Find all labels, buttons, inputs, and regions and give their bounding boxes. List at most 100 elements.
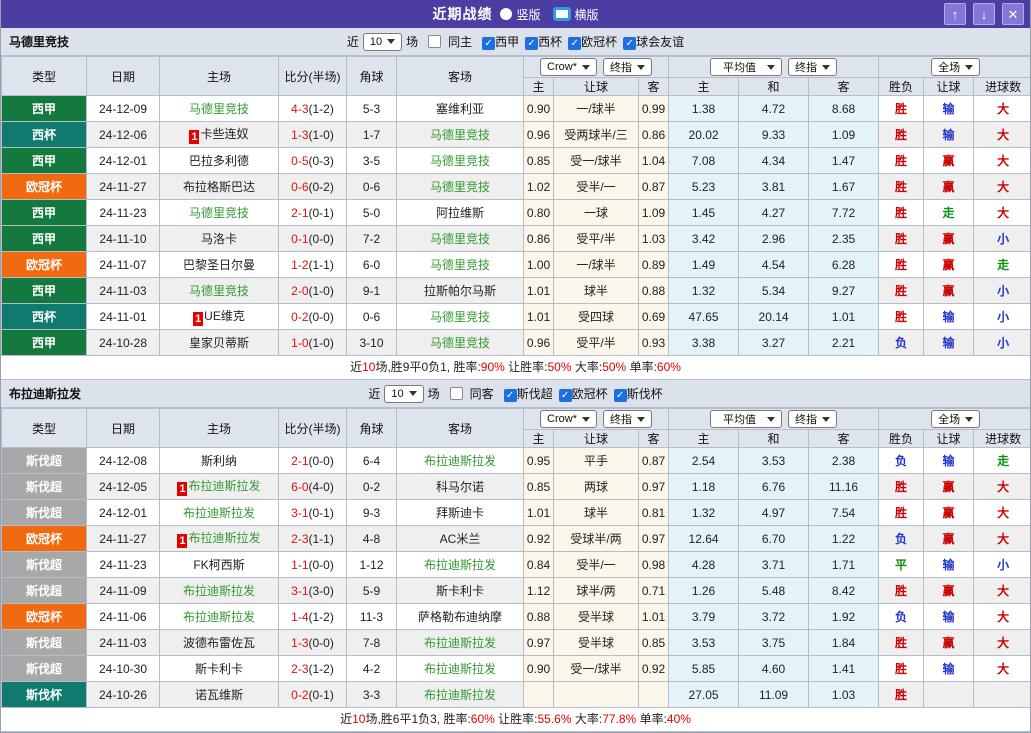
home-team: 波德布雷佐瓦 [160, 630, 279, 656]
check-icon: ✓ [570, 39, 578, 49]
average-stage-select[interactable]: 终指 [788, 58, 837, 76]
same-venue-checkbox[interactable] [450, 387, 463, 400]
match-type-badge: 西甲 [2, 96, 87, 122]
league-checkbox[interactable]: ✓ [559, 389, 572, 402]
home-team: 皇家贝蒂斯 [160, 330, 279, 356]
league-checkbox[interactable]: ✓ [614, 389, 627, 402]
result-goals: 大 [974, 526, 1031, 552]
home-odds: 1.12 [524, 578, 554, 604]
summary-segment: 单率: [626, 360, 657, 374]
home-odds: 1.01 [524, 304, 554, 330]
result-handicap: 赢 [924, 148, 974, 174]
col-header-handicap: 让球 [554, 430, 639, 448]
average-select[interactable]: 平均值 [710, 58, 782, 76]
match-date: 24-11-03 [87, 630, 160, 656]
chevron-down-icon [767, 417, 775, 422]
match-row: 斯伐超 24-11-23 FK柯西斯 1-1(0-0) 1-12 布拉迪斯拉发 … [2, 552, 1031, 578]
league-checkbox[interactable]: ✓ [504, 389, 517, 402]
corner-score: 0-6 [347, 304, 397, 330]
match-date: 24-11-07 [87, 252, 160, 278]
home-odds: 0.85 [524, 474, 554, 500]
match-type-badge: 斯伐超 [2, 630, 87, 656]
league-checkbox[interactable]: ✓ [525, 37, 538, 50]
move-up-button[interactable]: ↑ [944, 3, 966, 25]
avg-home-odds: 1.32 [669, 278, 739, 304]
average-stage-select[interactable]: 终指 [788, 410, 837, 428]
match-score: 0-6(0-2) [279, 174, 347, 200]
layout-toggle: 竖版 横版 [500, 6, 598, 23]
scope-select[interactable]: 全场 [931, 58, 980, 76]
avg-away-odds: 6.28 [809, 252, 879, 278]
handicap-line: 平手 [554, 448, 639, 474]
avg-away-odds: 7.54 [809, 500, 879, 526]
home-odds: 1.00 [524, 252, 554, 278]
match-type-badge: 斯伐超 [2, 578, 87, 604]
avg-away-odds: 2.38 [809, 448, 879, 474]
match-type-badge: 斯伐超 [2, 500, 87, 526]
radio-icon [500, 8, 512, 20]
league-checkbox[interactable]: ✓ [623, 37, 636, 50]
check-icon: ✓ [484, 39, 492, 49]
league-checkbox[interactable]: ✓ [482, 37, 495, 50]
corner-score: 5-9 [347, 578, 397, 604]
near-label: 近 [368, 385, 380, 402]
result-outcome: 胜 [879, 682, 924, 708]
odds-stage-select[interactable]: 终指 [603, 58, 652, 76]
avg-home-odds: 47.65 [669, 304, 739, 330]
home-odds: 0.96 [524, 122, 554, 148]
team-name: 马德里竞技 [9, 33, 69, 50]
full-time-score: 6-0 [291, 480, 308, 494]
away-team: 塞维利亚 [397, 96, 524, 122]
league-checkbox[interactable]: ✓ [568, 37, 581, 50]
corner-score: 3-10 [347, 330, 397, 356]
result-handicap: 赢 [924, 278, 974, 304]
avg-home-odds: 1.32 [669, 500, 739, 526]
col-header-odds-home: 主 [524, 78, 554, 96]
move-down-button[interactable]: ↓ [973, 3, 995, 25]
chevron-down-icon [582, 417, 590, 422]
corner-score: 1-12 [347, 552, 397, 578]
average-select[interactable]: 平均值 [710, 410, 782, 428]
avg-home-odds: 1.26 [669, 578, 739, 604]
corner-score: 3-5 [347, 148, 397, 174]
games-count-select[interactable]: 10 [384, 385, 423, 403]
match-row: 斯伐超 24-11-03 波德布雷佐瓦 1-3(0-0) 7-8 布拉迪斯拉发 … [2, 630, 1031, 656]
corner-score: 4-2 [347, 656, 397, 682]
layout-radio-vertical[interactable]: 竖版 [500, 6, 540, 23]
odds-company-select[interactable]: Crow* [540, 410, 597, 428]
full-time-score: 0-1 [291, 232, 308, 246]
match-date: 24-12-01 [87, 148, 160, 174]
half-time-score: (1-1) [309, 258, 334, 272]
odds-stage-select[interactable]: 终指 [603, 410, 652, 428]
avg-away-odds: 11.16 [809, 474, 879, 500]
match-row: 斯伐超 24-11-09 布拉迪斯拉发 3-1(3-0) 5-9 斯卡利卡 1.… [2, 578, 1031, 604]
corner-score: 5-3 [347, 96, 397, 122]
home-team: 斯利纳 [160, 448, 279, 474]
match-score: 1-0(1-0) [279, 330, 347, 356]
avg-draw-odds: 3.27 [739, 330, 809, 356]
games-count-select[interactable]: 10 [363, 33, 402, 51]
close-button[interactable]: ✕ [1002, 3, 1024, 25]
scope-select[interactable]: 全场 [931, 410, 980, 428]
handicap-line: 一球 [554, 200, 639, 226]
avg-home-odds: 3.79 [669, 604, 739, 630]
layout-radio-horizontal[interactable]: 横版 [553, 6, 599, 23]
summary-segment: 10 [362, 360, 375, 374]
match-score: 2-0(1-0) [279, 278, 347, 304]
summary-segment: 60% [657, 360, 681, 374]
same-venue-checkbox[interactable] [428, 35, 441, 48]
result-outcome: 负 [879, 526, 924, 552]
half-time-score: (3-0) [309, 584, 334, 598]
handicap-line: 一/球半 [554, 252, 639, 278]
away-team: AC米兰 [397, 526, 524, 552]
avg-draw-odds: 4.27 [739, 200, 809, 226]
full-time-score: 1-3 [291, 636, 308, 650]
odds-company-select[interactable]: Crow* [540, 58, 597, 76]
result-outcome: 胜 [879, 252, 924, 278]
col-header-result-outcome: 胜负 [879, 78, 924, 96]
avg-home-odds: 3.42 [669, 226, 739, 252]
match-score: 0-2(0-1) [279, 682, 347, 708]
summary-segment: 单率: [636, 712, 667, 726]
result-handicap: 输 [924, 552, 974, 578]
match-type-badge: 西甲 [2, 330, 87, 356]
